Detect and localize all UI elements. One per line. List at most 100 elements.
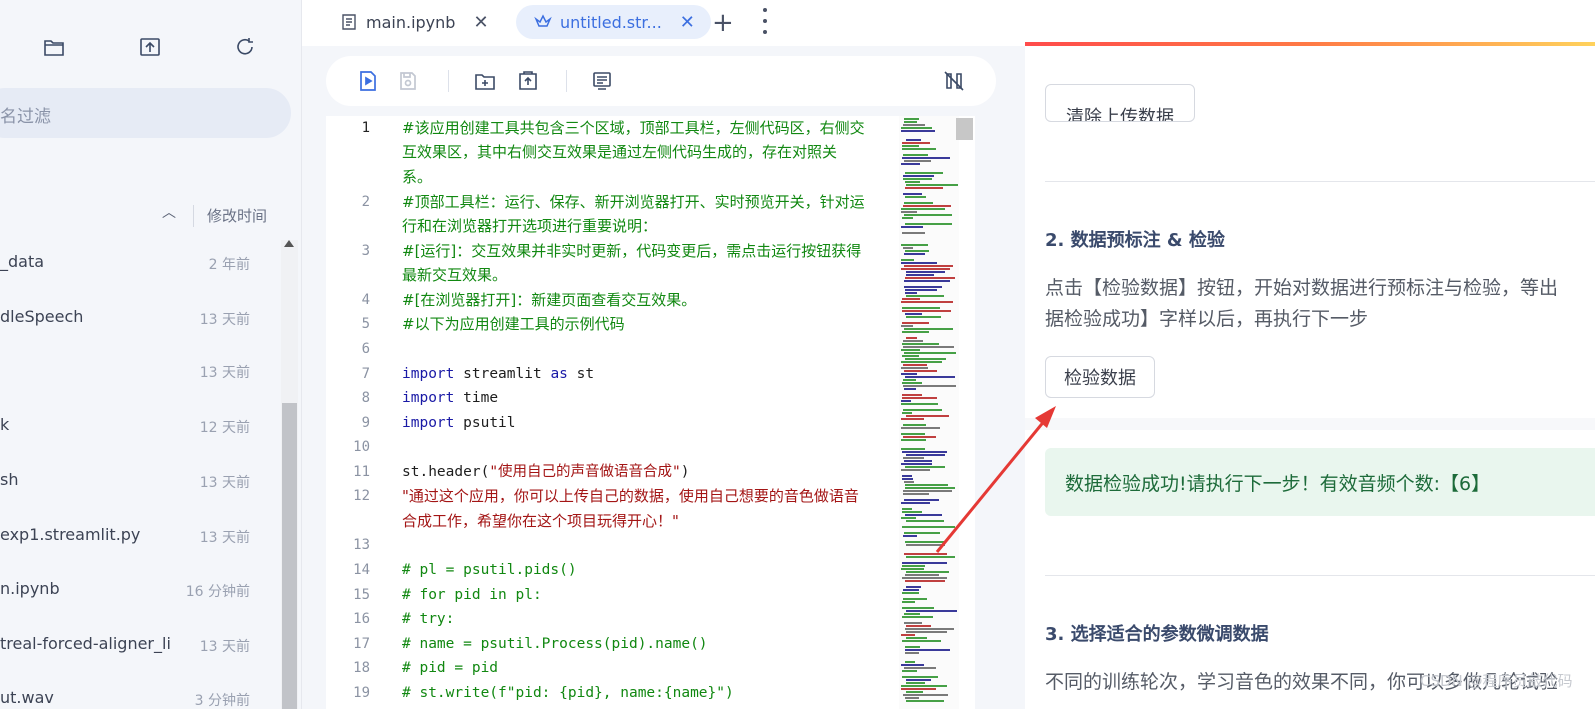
tab-untitled-streamlit[interactable]: untitled.str... ✕ <box>516 5 711 39</box>
open-in-browser-button[interactable] <box>514 67 542 95</box>
code-keyword: import <box>402 390 455 406</box>
minimap-line <box>904 280 950 282</box>
column-modified-time[interactable]: 修改时间 <box>207 205 267 226</box>
minimap-line <box>901 163 920 165</box>
watermark: CSDN @程序员敲代码 <box>1420 672 1573 690</box>
new-folder-button[interactable] <box>471 67 499 95</box>
minimap-line <box>902 343 939 345</box>
minimap-line <box>901 439 926 441</box>
minimap-line <box>902 475 912 477</box>
minimap-line <box>901 403 938 405</box>
close-icon[interactable]: ✕ <box>680 12 695 33</box>
file-row[interactable]: ut.wav 3 分钟前 <box>0 684 280 709</box>
file-time: 13 天前 <box>199 365 250 381</box>
minimap-line <box>903 340 923 342</box>
refresh-icon[interactable] <box>228 30 262 64</box>
save-button[interactable] <box>394 67 422 95</box>
minimap-line <box>905 646 920 648</box>
minimap-line <box>901 400 911 402</box>
filter-input[interactable]: 名过滤 <box>0 88 291 138</box>
file-row[interactable]: _data 2 年前 <box>0 248 280 278</box>
minimap-line <box>905 292 917 294</box>
minimap-line <box>903 424 926 426</box>
code-minimap[interactable] <box>899 116 959 709</box>
minimap-line <box>906 556 955 558</box>
file-list-header: ︿ 修改时间 <box>0 202 301 228</box>
sidebar-scrollbar-thumb[interactable] <box>282 403 297 709</box>
code-line: # for pid in pl: <box>402 587 542 603</box>
run-button[interactable] <box>354 67 382 95</box>
minimap-line <box>906 295 944 297</box>
loading-bar <box>1025 42 1595 46</box>
minimap-line <box>903 124 925 126</box>
minimap-line <box>904 370 937 372</box>
minimap-line <box>903 178 932 180</box>
minimap-scrollbar-thumb[interactable] <box>956 118 973 140</box>
line-number: 7 <box>361 366 370 382</box>
code-editor[interactable]: 1 2 3 4 5 6 7 8 9 10 11 12 13 14 15 16 1… <box>326 116 975 709</box>
split-view-off-icon[interactable] <box>940 67 968 95</box>
add-tab-button[interactable]: + <box>712 8 734 38</box>
column-divider[interactable] <box>193 205 194 227</box>
file-time: 3 分钟前 <box>194 693 250 709</box>
minimap-line <box>902 412 912 414</box>
file-row[interactable]: dleSpeech 13 天前 <box>0 303 280 333</box>
minimap-line <box>906 454 945 456</box>
preview-toggle-button[interactable] <box>588 67 616 95</box>
minimap-line <box>905 580 945 582</box>
code-token: psutil <box>463 415 516 431</box>
tab-main-ipynb[interactable]: main.ipynb ✕ <box>340 5 489 39</box>
file-time: 13 天前 <box>199 639 250 655</box>
code-token: streamlit <box>463 366 542 382</box>
minimap-line <box>902 394 922 396</box>
minimap-line <box>902 478 913 480</box>
scroll-up-arrow-icon[interactable] <box>284 240 294 247</box>
minimap-line <box>902 217 913 219</box>
minimap-line <box>905 196 926 198</box>
minimap-line <box>902 511 922 513</box>
minimap-line <box>905 661 915 663</box>
upload-icon[interactable] <box>133 30 167 64</box>
minimap-line <box>906 520 944 522</box>
line-number: 18 <box>353 660 370 676</box>
file-name: _data <box>0 252 45 271</box>
minimap-line <box>906 679 931 681</box>
file-name: ut.wav <box>0 688 54 707</box>
code-line: #[运行]：交互效果并非实时更新，代码变更后，需点击运行按钮获得 <box>402 242 862 260</box>
more-options-icon[interactable] <box>762 8 768 34</box>
code-line: #顶部工具栏：运行、保存、新开浏览器打开、实时预览开关，针对运 <box>402 193 865 211</box>
minimap-line <box>905 514 942 516</box>
code-line: #[在浏览器打开]：新建页面查看交互效果。 <box>402 291 697 309</box>
minimap-line <box>903 490 952 492</box>
minimap-line <box>906 631 947 633</box>
clear-upload-button[interactable]: 清除上传数据 <box>1045 84 1195 122</box>
sort-caret-icon[interactable]: ︿ <box>162 202 176 222</box>
minimap-line <box>902 508 912 510</box>
minimap-line <box>906 682 925 684</box>
minimap-line <box>904 202 933 204</box>
minimap-line <box>904 118 919 120</box>
file-row[interactable]: n.ipynb 16 分钟前 <box>0 575 280 605</box>
minimap-line <box>901 373 917 375</box>
section-divider <box>1045 575 1595 576</box>
code-line: "通过这个应用，你可以上传自己的数据，使用自己想要的音色做语音 <box>402 487 859 505</box>
line-number: 2 <box>361 194 370 210</box>
minimap-line <box>906 637 927 639</box>
notebook-icon <box>342 14 356 30</box>
file-row[interactable]: exp1.streamlit.py 13 天前 <box>0 521 280 551</box>
minimap-line <box>902 640 941 642</box>
minimap-line <box>901 349 920 351</box>
file-row[interactable]: treal-forced-aligner_li 13 天前 <box>0 630 280 660</box>
file-row[interactable]: 13 天前 <box>0 356 280 386</box>
check-data-button[interactable]: 检验数据 <box>1045 356 1155 398</box>
close-icon[interactable]: ✕ <box>473 12 488 33</box>
toolbar-divider <box>448 70 449 92</box>
minimap-line <box>902 382 922 384</box>
file-row[interactable]: k 12 天前 <box>0 411 280 441</box>
sidebar-toolbar <box>0 30 301 64</box>
folder-icon[interactable] <box>37 30 71 64</box>
line-number: 13 <box>353 537 370 553</box>
file-name: n.ipynb <box>0 579 60 598</box>
minimap-line <box>904 286 942 288</box>
file-row[interactable]: sh 13 天前 <box>0 466 280 496</box>
